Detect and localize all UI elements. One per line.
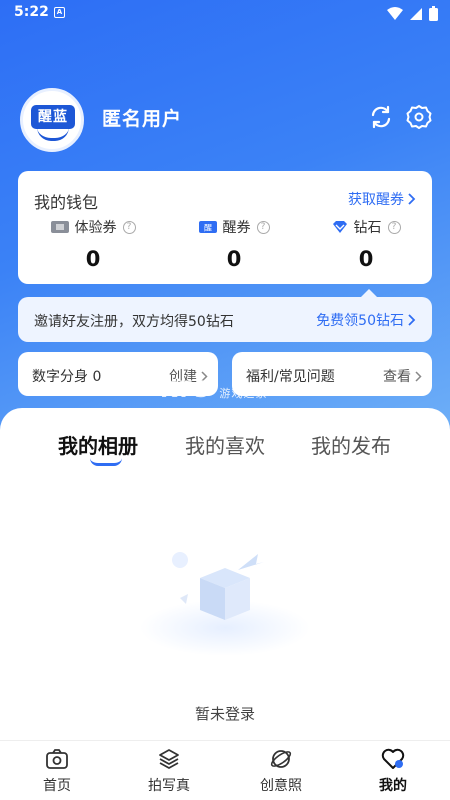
- wallet-item-diamond[interactable]: 钻石 ? 0: [306, 217, 426, 271]
- watermark: K73 游戏之家: [160, 378, 267, 403]
- status-bar: 5:22 A: [0, 0, 450, 26]
- tab-indicator: [90, 458, 122, 466]
- heart-icon: [381, 748, 405, 769]
- chevron-right-icon: [408, 193, 416, 205]
- wallet-item-coupon[interactable]: 醒 醒券 ? 0: [174, 217, 294, 271]
- avatar-smile-icon: [37, 127, 69, 141]
- avatar[interactable]: 醒蓝: [20, 88, 84, 152]
- wallet-label: 醒券: [222, 220, 251, 236]
- content-sheet: 我的相册 我的喜欢 我的发布 暂未登录: [0, 408, 450, 743]
- planet-icon: [270, 750, 292, 768]
- wallet-card: 我的钱包 获取醒券 体验券 ? 0 醒 醒券 ? 0 钻石 ? 0: [18, 171, 432, 284]
- empty-state-text: 暂未登录: [194, 705, 255, 723]
- nav-creative[interactable]: 创意照: [236, 747, 326, 795]
- help-icon[interactable]: ?: [256, 220, 270, 234]
- camera-icon: [46, 749, 68, 769]
- nav-label: 我的: [379, 778, 407, 794]
- system-icons: [387, 6, 438, 21]
- tab-my-album[interactable]: 我的相册: [58, 430, 138, 459]
- gear-icon[interactable]: [406, 104, 432, 130]
- digital-avatar-label: 数字分身 0: [32, 369, 102, 385]
- view-button[interactable]: 查看: [383, 366, 422, 386]
- nav-home[interactable]: 首页: [12, 747, 102, 795]
- get-coupon-link[interactable]: 获取醒券: [348, 189, 416, 209]
- invite-text: 邀请好友注册，双方均得50钻石: [34, 314, 234, 330]
- help-icon[interactable]: ?: [387, 220, 401, 234]
- watermark-sub: 游戏之家: [219, 387, 268, 400]
- nav-label: 创意照: [260, 778, 302, 794]
- sim-icon: A: [54, 7, 65, 18]
- wallet-value: 0: [85, 247, 101, 271]
- get-coupon-label: 获取醒券: [348, 192, 404, 208]
- tab-my-likes[interactable]: 我的喜欢: [185, 430, 265, 459]
- signal-icon: [410, 7, 422, 20]
- wallet-value: 0: [358, 247, 374, 271]
- view-label: 查看: [383, 369, 411, 385]
- refresh-icon[interactable]: [368, 104, 394, 130]
- invite-action[interactable]: 免费领50钻石: [316, 310, 416, 330]
- avatar-logo: 醒蓝: [31, 105, 75, 129]
- wifi-icon: [387, 6, 403, 20]
- nav-label: 首页: [43, 778, 71, 794]
- nav-label: 拍写真: [148, 778, 190, 794]
- username[interactable]: 匿名用户: [102, 104, 182, 131]
- empty-box-illustration: [140, 552, 310, 656]
- chevron-right-icon: [415, 370, 422, 382]
- status-time: 5:22: [14, 4, 49, 20]
- battery-icon: [429, 6, 438, 21]
- diamond-icon: [332, 221, 347, 233]
- svg-text:醒: 醒: [204, 224, 212, 233]
- nav-mine[interactable]: 我的: [348, 747, 438, 795]
- wallet-label: 钻石: [353, 220, 382, 236]
- invite-notch: [361, 289, 377, 297]
- wallet-title: 我的钱包: [34, 193, 99, 212]
- tab-my-posts[interactable]: 我的发布: [311, 430, 391, 459]
- layers-icon: [159, 749, 179, 769]
- wallet-label: 体验券: [74, 220, 117, 236]
- ticket-icon: [50, 221, 69, 233]
- wallet-item-trial[interactable]: 体验券 ? 0: [33, 217, 153, 271]
- bottom-nav: 首页 拍写真 创意照 我的: [0, 740, 450, 800]
- invite-banner[interactable]: 邀请好友注册，双方均得50钻石 免费领50钻石: [18, 289, 432, 342]
- nav-portrait[interactable]: 拍写真: [124, 747, 214, 795]
- wallet-value: 0: [226, 247, 242, 271]
- coupon-icon: 醒: [198, 221, 217, 233]
- chevron-right-icon: [408, 314, 416, 326]
- invite-action-label: 免费领50钻石: [316, 313, 404, 329]
- help-icon[interactable]: ?: [122, 220, 136, 234]
- watermark-main: K73: [160, 378, 211, 403]
